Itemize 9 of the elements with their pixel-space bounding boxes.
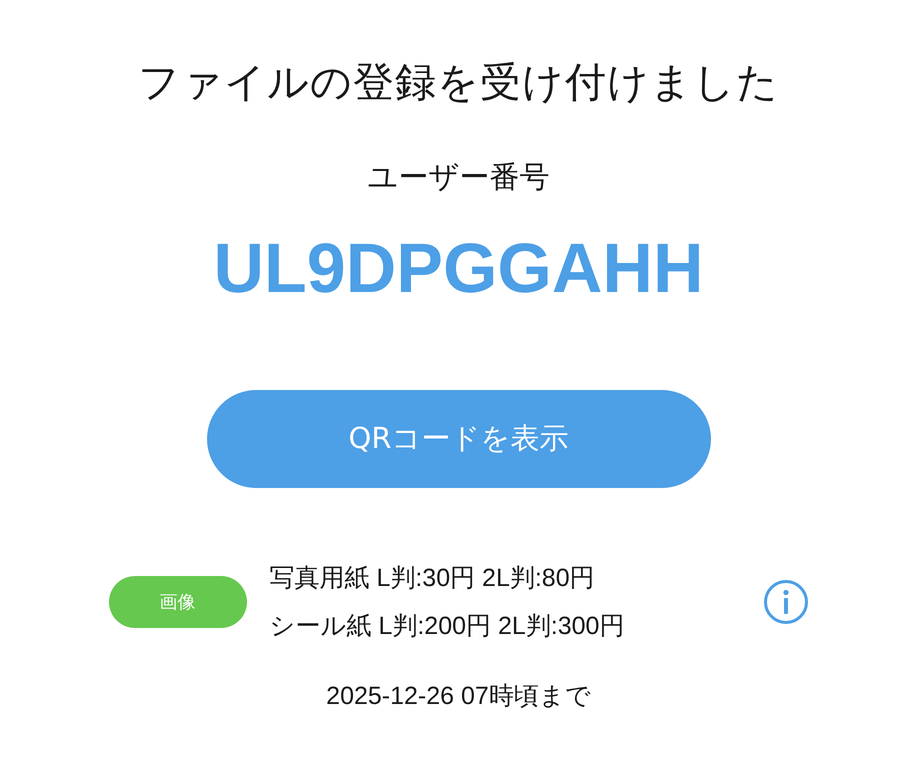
page-title: ファイルの登録を受け付けました (138, 57, 779, 108)
price-text: 写真用紙 L判:30円 2L判:80円 (270, 563, 596, 594)
file-type-badge: 画像 (108, 576, 246, 628)
user-number-label: ユーザー番号 (368, 159, 550, 197)
user-number: UL9DPGGAHH (213, 228, 704, 309)
show-qr-button[interactable]: QRコードを表示 (206, 390, 710, 488)
deadline-text: 2025-12-26 07時頃まで (326, 681, 591, 712)
price-text: シール紙 L判:200円 2L判:300円 (270, 611, 626, 642)
info-icon[interactable] (762, 579, 808, 625)
